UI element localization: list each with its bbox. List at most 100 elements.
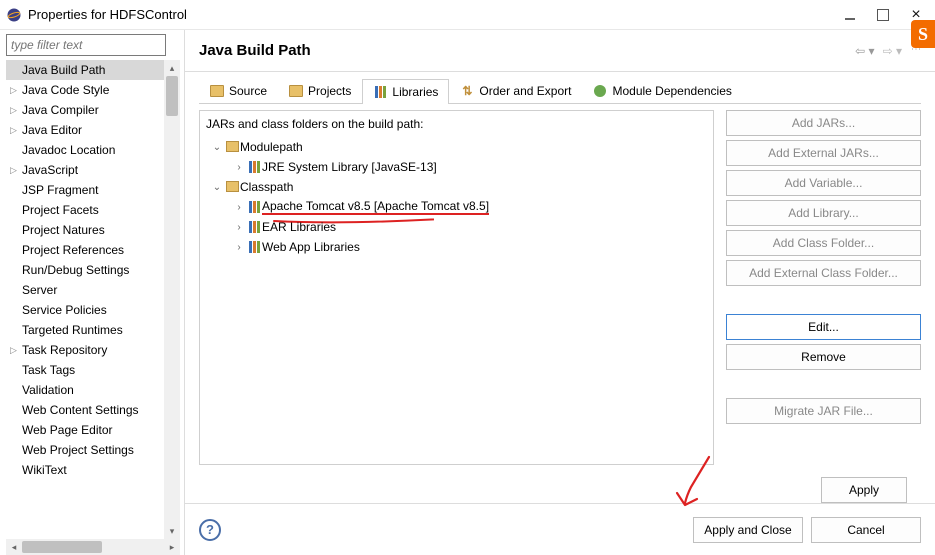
library-icon bbox=[246, 221, 262, 233]
sidebar-item-label: WikiText bbox=[22, 463, 67, 477]
apply-and-close-button[interactable]: Apply and Close bbox=[693, 517, 803, 543]
tab-bar: Source Projects Libraries ⇅ Order and Export… bbox=[199, 78, 921, 104]
sidebar-item-label: Java Compiler bbox=[22, 103, 99, 117]
tree-twisty-icon[interactable]: › bbox=[232, 242, 246, 253]
sidebar-item-java-editor[interactable]: ▷Java Editor bbox=[6, 120, 180, 140]
sidebar-item-label: Validation bbox=[22, 383, 74, 397]
sidebar-item-server[interactable]: Server bbox=[6, 280, 180, 300]
add-class-folder-button: Add Class Folder... bbox=[726, 230, 921, 256]
nav-forward-button: ⇨ ▾ bbox=[883, 44, 902, 58]
maximize-button[interactable] bbox=[873, 9, 889, 21]
tree-twisty-icon[interactable]: ⌄ bbox=[210, 182, 224, 193]
nav-back-button[interactable]: ⇦ ▾ bbox=[855, 44, 874, 58]
sidebar-item-label: Java Editor bbox=[22, 123, 82, 137]
lib-node-label: JRE System Library [JavaSE-13] bbox=[262, 160, 437, 174]
sidebar-item-web-page-editor[interactable]: Web Page Editor bbox=[6, 420, 180, 440]
expand-arrow-icon: ▷ bbox=[10, 105, 22, 116]
dialog-footer: ? Apply and Close Cancel bbox=[185, 503, 935, 555]
libraries-intro-label: JARs and class folders on the build path… bbox=[204, 117, 709, 137]
sidebar-hscrollbar[interactable]: ◂ ▸ bbox=[6, 539, 180, 555]
tab-label: Order and Export bbox=[479, 84, 571, 98]
sidebar-item-project-natures[interactable]: Project Natures bbox=[6, 220, 180, 240]
tab-module-dependencies[interactable]: Module Dependencies bbox=[582, 78, 742, 103]
sidebar-item-label: JSP Fragment bbox=[22, 183, 98, 197]
lib-node-label: EAR Libraries bbox=[262, 220, 336, 234]
minimize-button[interactable] bbox=[837, 5, 863, 25]
tab-source[interactable]: Source bbox=[199, 78, 278, 103]
add-jars-button: Add JARs... bbox=[726, 110, 921, 136]
sidebar-item-java-build-path[interactable]: Java Build Path bbox=[6, 60, 180, 80]
sidebar-item-label: Web Project Settings bbox=[22, 443, 134, 457]
expand-arrow-icon: ▷ bbox=[10, 165, 22, 176]
tab-label: Module Dependencies bbox=[612, 84, 731, 98]
sidebar-item-label: Targeted Runtimes bbox=[22, 323, 123, 337]
scroll-left-icon[interactable]: ◂ bbox=[6, 539, 22, 555]
lib-node-label: Modulepath bbox=[240, 140, 303, 154]
edit-button[interactable]: Edit... bbox=[726, 314, 921, 340]
sidebar-item-run-debug-settings[interactable]: Run/Debug Settings bbox=[6, 260, 180, 280]
sidebar-item-task-repository[interactable]: ▷Task Repository bbox=[6, 340, 180, 360]
lib-node-jre-system-library-javase-13-[interactable]: › JRE System Library [JavaSE-13] bbox=[204, 157, 709, 177]
tab-order-and-export[interactable]: ⇅ Order and Export bbox=[449, 78, 582, 103]
sidebar-item-label: Run/Debug Settings bbox=[22, 263, 129, 277]
cancel-button[interactable]: Cancel bbox=[811, 517, 921, 543]
sidebar-item-javadoc-location[interactable]: Javadoc Location bbox=[6, 140, 180, 160]
sidebar-item-java-code-style[interactable]: ▷Java Code Style bbox=[6, 80, 180, 100]
sidebar-item-label: Task Tags bbox=[22, 363, 75, 377]
scroll-up-icon[interactable]: ▴ bbox=[164, 60, 180, 76]
mod-icon bbox=[593, 84, 607, 98]
lib-icon bbox=[373, 85, 387, 99]
apply-button[interactable]: Apply bbox=[821, 477, 907, 503]
sidebar-item-javascript[interactable]: ▷JavaScript bbox=[6, 160, 180, 180]
tab-label: Source bbox=[229, 84, 267, 98]
lib-node-label: Web App Libraries bbox=[262, 240, 360, 254]
sidebar-item-label: JavaScript bbox=[22, 163, 78, 177]
sidebar-item-jsp-fragment[interactable]: JSP Fragment bbox=[6, 180, 180, 200]
lib-node-label: Classpath bbox=[240, 180, 293, 194]
sidebar-item-validation[interactable]: Validation bbox=[6, 380, 180, 400]
tree-twisty-icon[interactable]: › bbox=[232, 162, 246, 173]
remove-button[interactable]: Remove bbox=[726, 344, 921, 370]
sidebar-item-web-content-settings[interactable]: Web Content Settings bbox=[6, 400, 180, 420]
lib-node-modulepath[interactable]: ⌄ Modulepath bbox=[204, 137, 709, 157]
sidebar-vscrollbar[interactable]: ▴ ▾ bbox=[164, 60, 180, 539]
sidebar-item-java-compiler[interactable]: ▷Java Compiler bbox=[6, 100, 180, 120]
expand-arrow-icon: ▷ bbox=[10, 85, 22, 96]
library-icon bbox=[246, 161, 262, 173]
tree-twisty-icon[interactable]: › bbox=[232, 202, 246, 213]
lib-node-ear-libraries[interactable]: › EAR Libraries bbox=[204, 217, 709, 237]
ord-icon: ⇅ bbox=[460, 84, 474, 98]
add-external-class-folder-button: Add External Class Folder... bbox=[726, 260, 921, 286]
titlebar: Properties for HDFSControl × bbox=[0, 0, 935, 30]
sidebar-item-project-references[interactable]: Project References bbox=[6, 240, 180, 260]
sidebar-item-web-project-settings[interactable]: Web Project Settings bbox=[6, 440, 180, 460]
scroll-down-icon[interactable]: ▾ bbox=[164, 523, 180, 539]
sidebar-item-label: Server bbox=[22, 283, 57, 297]
sidebar-item-task-tags[interactable]: Task Tags bbox=[6, 360, 180, 380]
tab-projects[interactable]: Projects bbox=[278, 78, 362, 103]
category-sidebar: Java Build Path▷Java Code Style▷Java Com… bbox=[0, 30, 185, 555]
library-icon bbox=[246, 241, 262, 253]
lib-node-classpath[interactable]: ⌄ Classpath bbox=[204, 177, 709, 197]
scroll-right-icon[interactable]: ▸ bbox=[164, 539, 180, 555]
lib-node-web-app-libraries[interactable]: › Web App Libraries bbox=[204, 237, 709, 257]
tab-label: Libraries bbox=[392, 85, 438, 99]
package-icon bbox=[224, 181, 240, 193]
sidebar-item-project-facets[interactable]: Project Facets bbox=[6, 200, 180, 220]
library-icon bbox=[246, 201, 262, 213]
sidebar-item-label: Web Content Settings bbox=[22, 403, 139, 417]
tree-twisty-icon[interactable]: ⌄ bbox=[210, 142, 224, 153]
sidebar-item-label: Project References bbox=[22, 243, 124, 257]
lib-node-label: Apache Tomcat v8.5 [Apache Tomcat v8.5] bbox=[262, 199, 489, 215]
page-header: Java Build Path ⇦ ▾ ⇨ ▾ ⋮ bbox=[185, 30, 935, 72]
lib-node-apache-tomcat-v8-5-apache-tomc[interactable]: › Apache Tomcat v8.5 [Apache Tomcat v8.5] bbox=[204, 197, 709, 217]
tab-libraries[interactable]: Libraries bbox=[362, 79, 449, 104]
libraries-panel: JARs and class folders on the build path… bbox=[199, 110, 714, 465]
tree-twisty-icon[interactable]: › bbox=[232, 222, 246, 233]
filter-input[interactable] bbox=[6, 34, 166, 56]
sidebar-item-service-policies[interactable]: Service Policies bbox=[6, 300, 180, 320]
help-icon[interactable]: ? bbox=[199, 519, 221, 541]
sublime-badge-icon: S bbox=[911, 20, 935, 48]
sidebar-item-targeted-runtimes[interactable]: Targeted Runtimes bbox=[6, 320, 180, 340]
sidebar-item-wikitext[interactable]: WikiText bbox=[6, 460, 180, 480]
